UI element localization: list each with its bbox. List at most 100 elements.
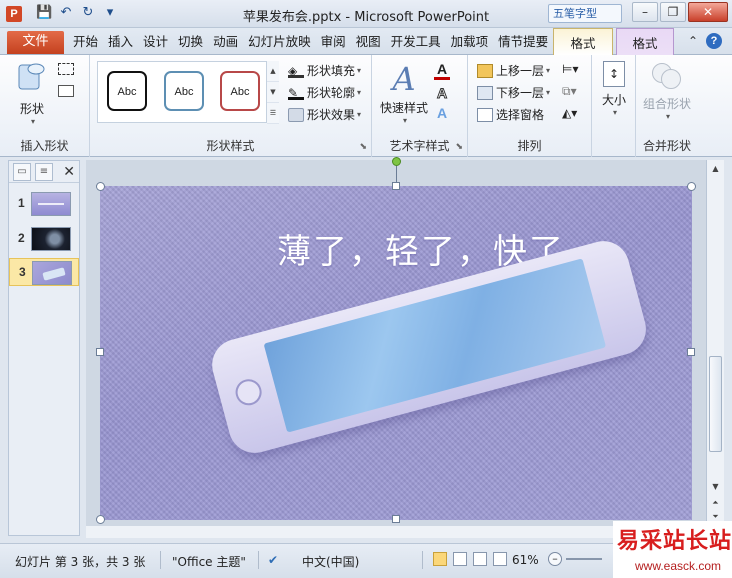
dialog-launcher-icon[interactable]: ⬊ <box>455 142 463 152</box>
previous-slide-icon[interactable]: ⏶ <box>707 498 724 508</box>
reading-view-icon[interactable] <box>473 552 487 566</box>
zoom-level[interactable]: 61% <box>512 553 539 567</box>
scroll-up-icon[interactable]: ▲ <box>707 164 724 173</box>
rotate-icon[interactable]: ◭▾ <box>562 106 577 120</box>
gallery-down-icon[interactable]: ▼ <box>267 82 279 103</box>
tab-picture-format[interactable]: 格式 <box>616 28 674 55</box>
rotation-handle[interactable] <box>392 157 401 166</box>
group-label-arrange: 排列 <box>517 139 542 153</box>
ime-badge[interactable]: 五笔字型 <box>548 4 622 23</box>
tab-design[interactable]: 设计 <box>138 33 173 50</box>
tab-animations[interactable]: 动画 <box>208 33 243 50</box>
text-effects-icon[interactable]: A <box>434 105 450 121</box>
gallery-more-icon[interactable]: ☰ <box>267 103 279 124</box>
tab-view[interactable]: 视图 <box>351 33 386 50</box>
group-label-insert-shapes: 插入形状 <box>20 139 69 153</box>
pane-tabs: ▭ ≡ ✕ <box>9 161 79 183</box>
resize-handle[interactable] <box>687 182 696 191</box>
resize-handle[interactable] <box>392 182 400 190</box>
shapes-button[interactable]: 形状 ▾ <box>12 61 52 126</box>
text-outline-icon[interactable]: A <box>434 85 450 102</box>
combine-shapes-icon <box>652 61 682 91</box>
chevron-down-icon: ▾ <box>546 66 551 75</box>
slide-sorter-icon[interactable] <box>453 552 467 566</box>
slide-thumbnail[interactable]: 2 <box>9 225 79 253</box>
group-label-merge: 合并形状 <box>642 139 691 153</box>
tab-drawing-format[interactable]: 格式 <box>553 28 613 55</box>
tab-home[interactable]: 开始 <box>68 33 103 50</box>
text-fill-icon[interactable]: A <box>434 61 450 80</box>
vertical-scrollbar[interactable]: ▲ ▼ ⏶ ⏷ <box>706 160 724 536</box>
tab-file[interactable]: 文件 <box>7 31 64 54</box>
help-icon[interactable]: ? <box>706 33 722 49</box>
selection-pane-label: 选择窗格 <box>496 108 545 122</box>
slide-thumbnail[interactable]: 1 <box>9 190 79 218</box>
shape-style-item[interactable]: Abc <box>220 71 260 111</box>
zoom-out-button[interactable]: – <box>548 552 562 566</box>
resize-handle[interactable] <box>96 515 105 524</box>
shape-style-gallery: Abc Abc Abc <box>97 61 277 123</box>
zoom-slider[interactable] <box>566 558 602 560</box>
tab-slideshow[interactable]: 幻灯片放映 <box>243 33 316 50</box>
divider <box>422 551 423 569</box>
shape-effects-button[interactable]: 形状效果 ▾ <box>288 106 361 123</box>
shapes-label: 形状 <box>19 102 44 116</box>
close-button[interactable]: ✕ <box>688 2 728 22</box>
resize-handle[interactable] <box>392 515 400 523</box>
shape-fill-button[interactable]: ◈ 形状填充 ▾ <box>288 62 361 79</box>
resize-handle[interactable] <box>687 348 695 356</box>
chevron-down-icon: ▾ <box>357 66 362 75</box>
slide-position: 幻灯片 第 3 张，共 3 张 <box>15 555 146 569</box>
shape-style-item[interactable]: Abc <box>164 71 204 111</box>
shape-style-item[interactable]: Abc <box>107 71 147 111</box>
size-icon: ↕ <box>603 61 625 87</box>
minimize-button[interactable]: – <box>632 2 658 22</box>
slide-canvas[interactable]: 薄了，轻了，快了 <box>100 186 692 520</box>
quick-styles-button[interactable]: A 快速样式 ▾ <box>378 59 430 125</box>
slide-preview <box>31 192 71 216</box>
text-box-icon[interactable] <box>58 85 74 97</box>
normal-view-icon[interactable] <box>433 552 447 566</box>
shape-fill-label: 形状填充 <box>307 64 356 78</box>
tab-list: 开始 插入 设计 切换 动画 幻灯片放映 审阅 视图 开发工具 加载项 情节提要 <box>68 33 553 50</box>
close-icon[interactable]: ✕ <box>63 164 75 180</box>
scrollbar-thumb[interactable] <box>709 356 722 452</box>
combine-shapes-button[interactable]: 组合形状 ▾ <box>638 61 696 121</box>
spell-check-icon[interactable]: ✔ <box>268 553 278 567</box>
gallery-up-icon[interactable]: ▲ <box>267 61 279 82</box>
selection-pane-button[interactable]: 选择窗格 <box>477 106 544 123</box>
tab-storyboard[interactable]: 情节提要 <box>493 33 553 50</box>
tab-developer[interactable]: 开发工具 <box>386 33 446 50</box>
dialog-launcher-icon[interactable]: ⬊ <box>359 142 367 152</box>
slide-thumbnail-selected[interactable]: 3 <box>9 258 79 286</box>
tab-insert[interactable]: 插入 <box>103 33 138 50</box>
resize-handle[interactable] <box>96 348 104 356</box>
chevron-down-icon: ▾ <box>402 116 407 125</box>
tab-transitions[interactable]: 切换 <box>173 33 208 50</box>
group-objects-icon[interactable]: ⧉▾ <box>562 84 577 99</box>
resize-handle[interactable] <box>96 182 105 191</box>
tab-review[interactable]: 审阅 <box>316 33 351 50</box>
collapse-ribbon-icon[interactable]: ⌃ <box>688 34 698 48</box>
tab-addins[interactable]: 加载项 <box>446 33 494 50</box>
edit-shape-icon[interactable] <box>58 63 74 75</box>
combine-shapes-label: 组合形状 <box>642 97 691 111</box>
site-watermark: 易采站长站 www.easck.com <box>613 521 732 578</box>
slide-preview <box>32 261 72 285</box>
theme-name: "Office 主题" <box>172 555 246 569</box>
align-icon[interactable]: ⊨▾ <box>562 62 578 76</box>
bring-forward-button[interactable]: 上移一层 ▾ <box>477 62 550 79</box>
send-backward-button[interactable]: 下移一层 ▾ <box>477 84 550 101</box>
restore-button[interactable]: ❐ <box>660 2 686 22</box>
size-button[interactable]: ↕ 大小 ▾ <box>596 61 632 117</box>
shape-outline-button[interactable]: ✎ 形状轮廓 ▾ <box>288 84 361 101</box>
size-label: 大小 <box>601 93 626 107</box>
send-backward-icon <box>477 85 493 100</box>
shapes-icon <box>18 63 45 90</box>
scroll-down-icon[interactable]: ▼ <box>707 482 724 491</box>
outline-tab-icon[interactable]: ≡ <box>35 162 53 181</box>
language-indicator[interactable]: 中文(中国) <box>302 553 359 570</box>
slides-tab-icon[interactable]: ▭ <box>13 162 31 181</box>
divider <box>160 551 161 569</box>
slideshow-icon[interactable] <box>493 552 507 566</box>
